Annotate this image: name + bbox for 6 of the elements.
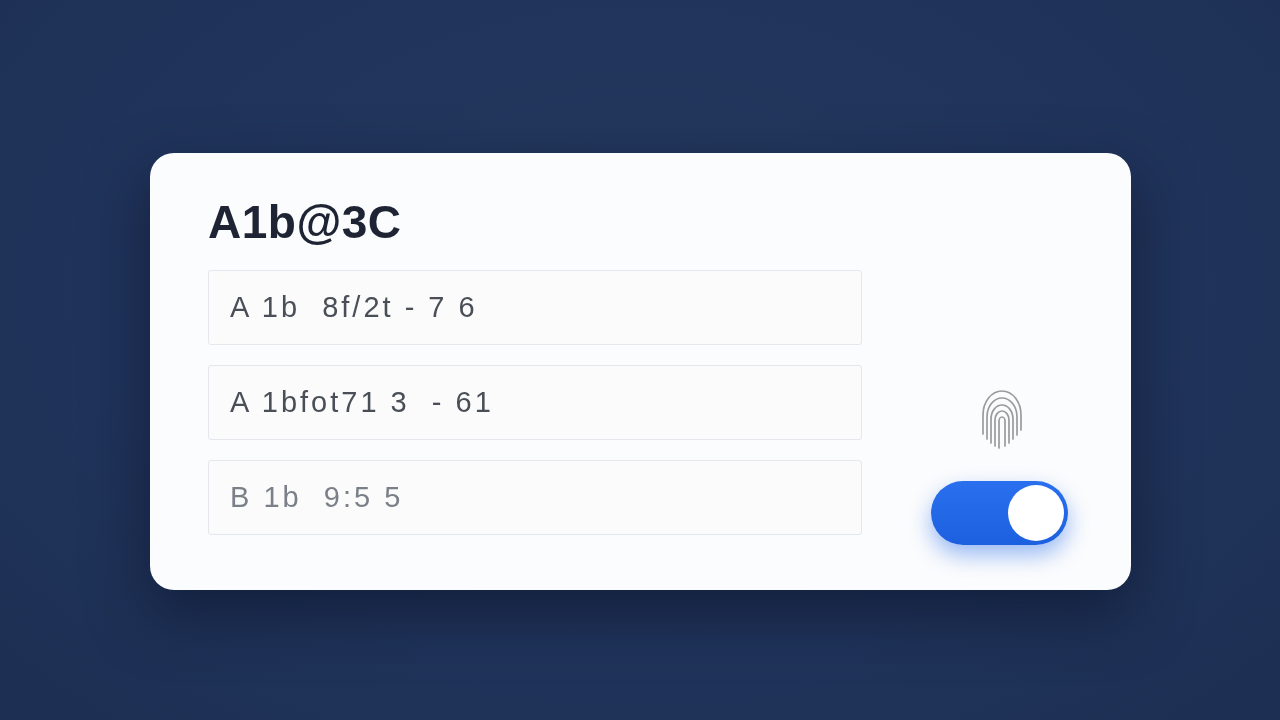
- input-field[interactable]: A 1bfot71 3 - 61: [208, 365, 862, 441]
- input-field[interactable]: A 1b 8f/2t - 7 6: [208, 270, 862, 346]
- fingerprint-icon: [979, 388, 1024, 450]
- input-field[interactable]: B 1b 9:5 5: [208, 460, 862, 536]
- toggle-switch[interactable]: [931, 481, 1068, 545]
- card-title: A1b@3C: [208, 195, 403, 250]
